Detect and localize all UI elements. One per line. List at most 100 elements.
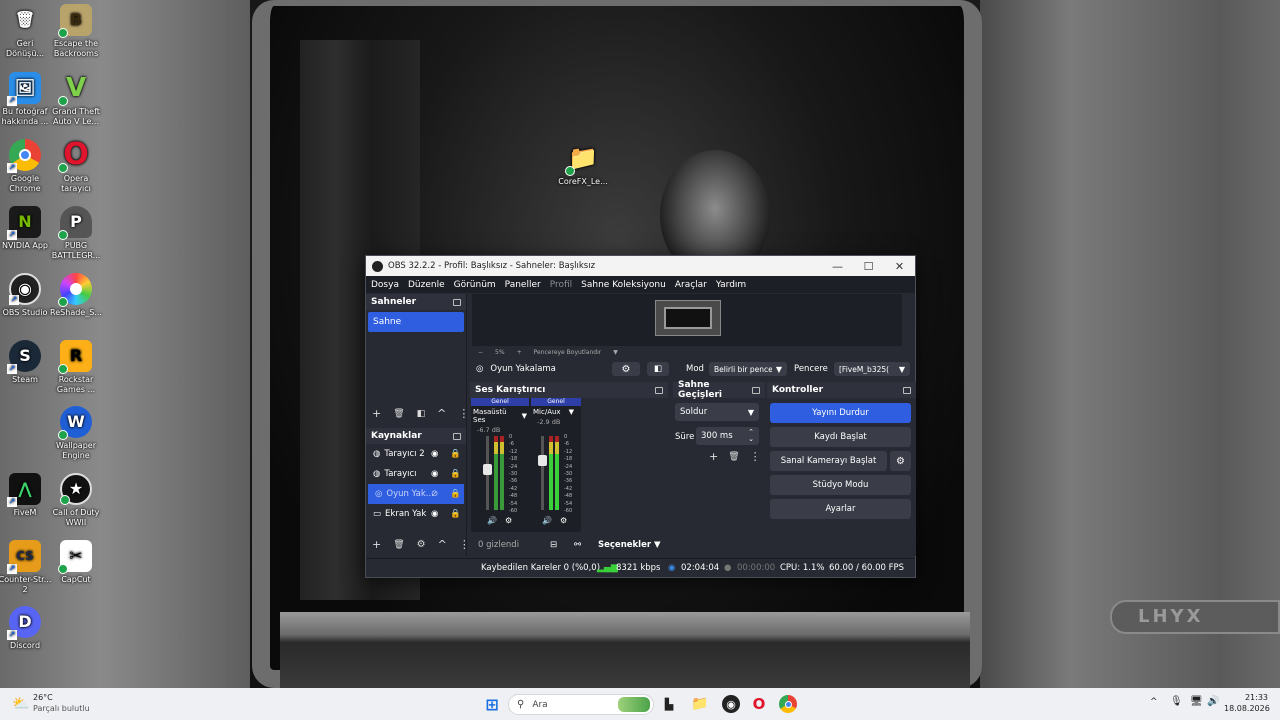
desktop-icon-steam[interactable]: S ↗ Steam (0, 340, 52, 385)
remove-transition-icon[interactable]: 🗑 (728, 452, 739, 462)
chrome-taskbar-icon[interactable] (779, 695, 797, 713)
desktop-icon-corefx-folder[interactable]: 📁 CoreFX_Le... (556, 142, 610, 187)
channel-name[interactable]: Masaüstü Ses ▼ (471, 406, 529, 426)
remove-source-icon[interactable]: 🗑 (393, 540, 404, 550)
settings-button[interactable]: Ayarlar (770, 499, 911, 519)
desktop-icon-nvidia[interactable]: N ↗ NVIDIA App (0, 206, 52, 251)
volume-slider-track[interactable] (538, 436, 547, 510)
taskbar-search[interactable]: ⚲ Ara (508, 694, 654, 715)
dock-float-icon[interactable] (453, 432, 461, 440)
duration-spinbox[interactable]: 300 ms ⌃ ⌄ (696, 427, 759, 445)
desktop-icon-discord[interactable]: D ↗ Discord (0, 606, 52, 651)
desktop-icon-reshade[interactable]: ReShade_S... (49, 273, 103, 318)
studio-mode-button[interactable]: Stüdyo Modu (770, 475, 911, 495)
mixer-link-icon[interactable]: ⚯ (574, 540, 581, 550)
dock-float-icon[interactable] (903, 386, 911, 394)
mixer-options-button[interactable]: Seçenekler ▼ (598, 540, 661, 550)
remove-scene-icon[interactable]: 🗑 (393, 409, 404, 419)
dock-float-icon[interactable] (655, 386, 663, 394)
scale-mode-dropdown-icon[interactable]: ▼ (613, 349, 618, 356)
eye-hidden-icon[interactable]: ⊘ (431, 489, 438, 499)
add-transition-icon[interactable]: + (709, 450, 718, 463)
menu-sahne-koleksiyonu[interactable]: Sahne Koleksiyonu (581, 280, 666, 290)
lock-icon[interactable]: 🔒 (450, 509, 461, 519)
volume-slider-handle[interactable] (538, 454, 547, 466)
minimize-button[interactable]: — (822, 260, 853, 273)
desktop-icon-chrome[interactable]: ↗ Google Chrome (0, 139, 52, 194)
volume-slider-track[interactable] (483, 436, 492, 510)
zoom-in-button[interactable]: + (517, 349, 522, 356)
windows-start-icon[interactable]: ⊞ (483, 695, 501, 714)
more-options-icon[interactable]: ⋮ (459, 538, 470, 551)
zoom-out-button[interactable]: − (478, 349, 483, 356)
stop-stream-button[interactable]: Yayını Durdur (770, 403, 911, 423)
eye-icon[interactable]: ◉ (431, 509, 438, 519)
obs-taskbar-icon[interactable]: ◉ (722, 695, 740, 713)
more-options-icon[interactable]: ⋮ (750, 450, 761, 463)
task-view-icon[interactable]: ▙ (660, 695, 678, 713)
transition-dropdown[interactable]: Soldur ▼ (675, 403, 759, 421)
menu-duzenle[interactable]: Düzenle (408, 280, 445, 290)
menu-yardim[interactable]: Yardım (716, 280, 746, 290)
desktop-icon-gta-v[interactable]: V Grand Theft Auto V Le... (49, 72, 103, 127)
desktop-icon-capcut[interactable]: ✂ CapCut (49, 540, 103, 585)
lock-icon[interactable]: 🔒 (450, 489, 461, 499)
properties-button[interactable]: ⚙ (612, 362, 640, 376)
desktop-icon-photo-info[interactable]: 🖼 ↗ Bu fotoğraf hakkında ... (0, 72, 52, 127)
network-icon[interactable]: 🖥 (1190, 696, 1203, 707)
desktop-icon-call-of-duty[interactable]: ★ Call of Duty WWII (49, 473, 103, 528)
eye-icon[interactable]: ◉ (431, 449, 438, 459)
volume-slider-handle[interactable] (483, 464, 492, 476)
add-scene-icon[interactable]: + (372, 407, 381, 420)
weather-temp[interactable]: 26°C (33, 693, 53, 702)
obs-window[interactable]: OBS 32.2.2 - Profil: Başlıksız - Sahnele… (365, 255, 916, 578)
scene-filters-icon[interactable]: ◧ (417, 409, 426, 419)
channel-settings-icon[interactable]: ⚙ (505, 516, 512, 525)
move-source-up-icon[interactable]: ^ (438, 538, 447, 551)
eye-icon[interactable]: ◉ (431, 469, 438, 479)
desktop-icon-wallpaper-engine[interactable]: W Wallpaper Engine (49, 406, 103, 461)
virtual-camera-settings-button[interactable]: ⚙ (890, 451, 911, 471)
weather-icon[interactable]: ⛅ (12, 696, 29, 712)
speaker-icon[interactable]: 🔊 (487, 516, 497, 525)
menu-dosya[interactable]: Dosya (371, 280, 399, 290)
source-properties-icon[interactable]: ⚙ (417, 539, 426, 550)
lock-icon[interactable]: 🔒 (450, 469, 461, 479)
maximize-button[interactable]: ☐ (853, 260, 884, 273)
desktop-icon-counter-strike[interactable]: CS ↗ Counter-Str... 2 (0, 540, 52, 595)
window-dropdown[interactable]: [FiveM_b325(▼ (834, 362, 910, 376)
dock-float-icon[interactable] (752, 386, 760, 394)
speaker-icon[interactable]: 🔊 (542, 516, 552, 525)
spin-arrows-icon[interactable]: ⌃ ⌄ (748, 429, 754, 443)
source-item-browser-2[interactable]: ◍ Tarayıcı 2 ◉ 🔒 (366, 444, 466, 464)
weather-text[interactable]: Parçalı bulutlu (33, 704, 90, 713)
lock-icon[interactable]: 🔒 (450, 449, 461, 459)
menu-paneller[interactable]: Paneller (505, 280, 541, 290)
opera-taskbar-icon[interactable]: O (750, 695, 768, 713)
mixer-layout-icon[interactable]: ⊟ (550, 540, 557, 550)
scene-item[interactable]: Sahne (368, 312, 464, 332)
menu-araclar[interactable]: Araçlar (675, 280, 707, 290)
desktop-icon-escape-backrooms[interactable]: B Escape the Backrooms (49, 4, 103, 59)
desktop-icon-opera[interactable]: O Opera tarayıcı (49, 139, 103, 194)
microphone-icon[interactable]: 🎙 (1170, 696, 1183, 707)
preview-area[interactable] (472, 294, 902, 346)
clock-time[interactable]: 21:33 (1244, 693, 1268, 702)
desktop-icon-obs[interactable]: ◉ ↗ OBS Studio (0, 273, 52, 318)
source-item-screen-capture[interactable]: ▭ Ekran Yak ◉ 🔒 (366, 504, 466, 524)
tray-overflow-icon[interactable]: ^ (1150, 697, 1158, 707)
start-virtual-camera-button[interactable]: Sanal Kamerayı Başlat (770, 451, 887, 471)
more-options-icon[interactable]: ⋮ (458, 407, 469, 420)
mode-dropdown[interactable]: Belirli bir pencer ▼ (709, 362, 787, 376)
clock-date[interactable]: 18.08.2026 (1224, 704, 1270, 713)
channel-name[interactable]: Mic/Aux ▼ (531, 406, 581, 418)
desktop-icon-fivem[interactable]: ⋀ ↗ FiveM (0, 473, 52, 518)
filters-button[interactable]: ◧ (647, 362, 669, 376)
start-recording-button[interactable]: Kaydı Başlat (770, 427, 911, 447)
source-item-browser[interactable]: ◍ Tarayıcı ◉ 🔒 (366, 464, 466, 484)
add-source-icon[interactable]: + (372, 538, 381, 551)
menu-gorunum[interactable]: Görünüm (454, 280, 496, 290)
obs-title-bar[interactable]: OBS 32.2.2 - Profil: Başlıksız - Sahnele… (366, 256, 915, 276)
desktop-icon-pubg[interactable]: P PUBG BATTLEGR... (49, 206, 103, 261)
source-item-game-capture[interactable]: ◎ Oyun Yak... ⊘ 🔒 (368, 484, 464, 504)
